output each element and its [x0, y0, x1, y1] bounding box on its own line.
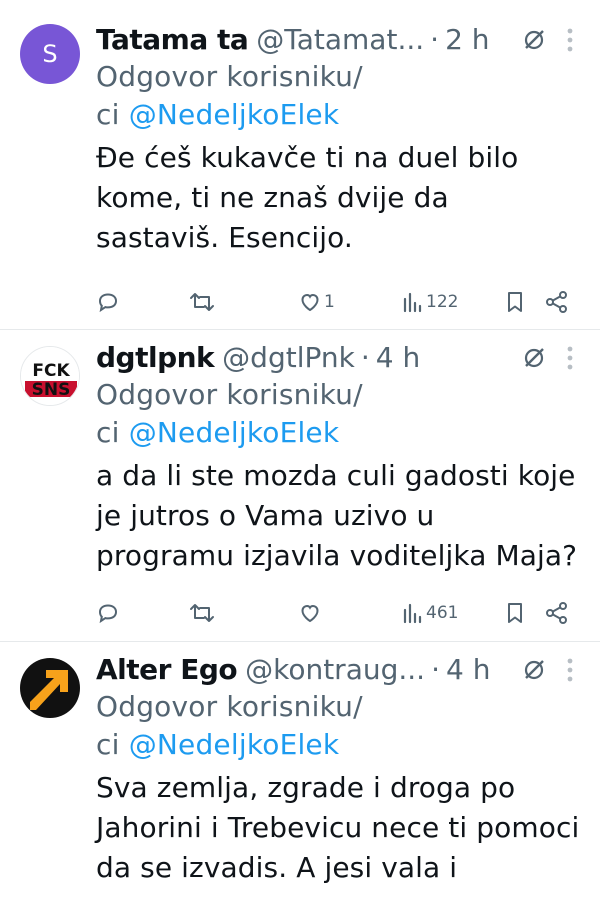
- reply-prefix: Odgovor korisniku/: [96, 690, 363, 723]
- author-name[interactable]: Tatama ta: [96, 22, 249, 58]
- bookmark-button[interactable]: [504, 598, 526, 628]
- reply-prefix: Odgovor korisniku/: [96, 60, 363, 93]
- views-icon: [403, 292, 422, 313]
- views-count: 461: [426, 603, 459, 623]
- reply-prefix-cont: ci: [96, 416, 129, 449]
- timestamp[interactable]: 4 h: [376, 340, 420, 376]
- like-count: 1: [324, 292, 335, 312]
- share-button[interactable]: [544, 287, 570, 317]
- reply-prefix-cont: ci: [96, 98, 129, 131]
- avatar[interactable]: [20, 658, 80, 718]
- author-name[interactable]: Alter Ego: [96, 652, 238, 688]
- avatar-image: FCK SNS: [21, 347, 79, 405]
- avatar-text-top: FCK: [32, 361, 70, 381]
- more-icon[interactable]: [560, 656, 580, 684]
- timestamp[interactable]: 4 h: [446, 652, 490, 688]
- reply-prefix: Odgovor korisniku/: [96, 378, 363, 411]
- more-icon[interactable]: [560, 26, 580, 54]
- tweet-text: Đe ćeš kukavče ti na duel bilo kome, ti …: [96, 141, 519, 254]
- tweet-text: a da li ste mozda culi gadosti koje je j…: [96, 459, 578, 572]
- action-bar: 461: [96, 598, 580, 628]
- like-icon: [301, 604, 319, 623]
- avatar[interactable]: FCK SNS: [20, 346, 80, 406]
- reply-icon: [98, 604, 118, 624]
- action-bar: 1 122: [96, 287, 580, 317]
- more-icon[interactable]: [560, 344, 580, 372]
- tweet-header: Alter Ego @kontraug... · 4 h: [96, 652, 580, 688]
- avatar[interactable]: S: [20, 24, 80, 84]
- share-icon: [546, 602, 567, 624]
- reply-button[interactable]: [96, 598, 120, 628]
- author-handle[interactable]: @dgtlPnk: [222, 340, 355, 376]
- grok-icon[interactable]: [522, 28, 546, 52]
- share-button[interactable]: [544, 598, 570, 628]
- separator-dot: ·: [431, 653, 440, 686]
- retweet-button[interactable]: [188, 287, 216, 317]
- timestamp[interactable]: 2 h: [445, 22, 489, 58]
- views-button[interactable]: 122: [402, 287, 458, 317]
- reply-prefix-cont: ci: [96, 728, 129, 761]
- mention-link[interactable]: @NedeljkoElek: [129, 98, 340, 131]
- retweet-button[interactable]: [188, 598, 216, 628]
- reply-icon: [98, 293, 118, 313]
- like-button[interactable]: [298, 598, 322, 628]
- avatar-image: [20, 658, 80, 718]
- tweet-item[interactable]: S Tatama ta @Tatamat... · 2 h Odgovor ko…: [0, 0, 600, 330]
- views-icon: [403, 603, 422, 624]
- bookmark-icon: [508, 603, 522, 623]
- reply-context: Odgovor korisniku/ ci @NedeljkoElek: [96, 688, 580, 764]
- bookmark-button[interactable]: [504, 287, 526, 317]
- separator-dot: ·: [430, 23, 440, 56]
- tweet-text: Sva zemlja, zgrade i droga po Jahorini i…: [96, 771, 580, 884]
- share-icon: [546, 291, 567, 313]
- mention-link[interactable]: @NedeljkoElek: [129, 416, 340, 449]
- bookmark-icon: [508, 292, 522, 312]
- mention-link[interactable]: @NedeljkoElek: [129, 728, 340, 761]
- retweet-icon: [190, 293, 214, 311]
- like-icon: [301, 293, 319, 312]
- separator-dot: ·: [360, 341, 370, 374]
- tweet-item[interactable]: FCK SNS dgtlpnk @dgtlPnk · 4 h Odgovor k…: [0, 330, 600, 642]
- views-button[interactable]: 461: [402, 598, 458, 628]
- retweet-icon: [190, 604, 214, 622]
- tweet-item[interactable]: Alter Ego @kontraug... · 4 h Odgovor kor…: [0, 642, 600, 900]
- tweet-header: dgtlpnk @dgtlPnk · 4 h: [96, 340, 580, 376]
- author-handle[interactable]: @kontraug...: [245, 652, 425, 688]
- grok-icon[interactable]: [522, 658, 546, 682]
- reply-context: Odgovor korisniku/ ci @NedeljkoElek: [96, 58, 580, 134]
- reply-context: Odgovor korisniku/ ci @NedeljkoElek: [96, 376, 580, 452]
- reply-button[interactable]: [96, 287, 120, 317]
- avatar-text-bottom: SNS: [32, 380, 71, 400]
- tweet-header: Tatama ta @Tatamat... · 2 h: [96, 22, 580, 58]
- grok-icon[interactable]: [522, 346, 546, 370]
- views-count: 122: [426, 292, 459, 312]
- avatar-letter: S: [42, 40, 58, 68]
- author-name[interactable]: dgtlpnk: [96, 340, 215, 376]
- author-handle[interactable]: @Tatamat...: [256, 22, 424, 58]
- like-button[interactable]: 1: [298, 287, 335, 317]
